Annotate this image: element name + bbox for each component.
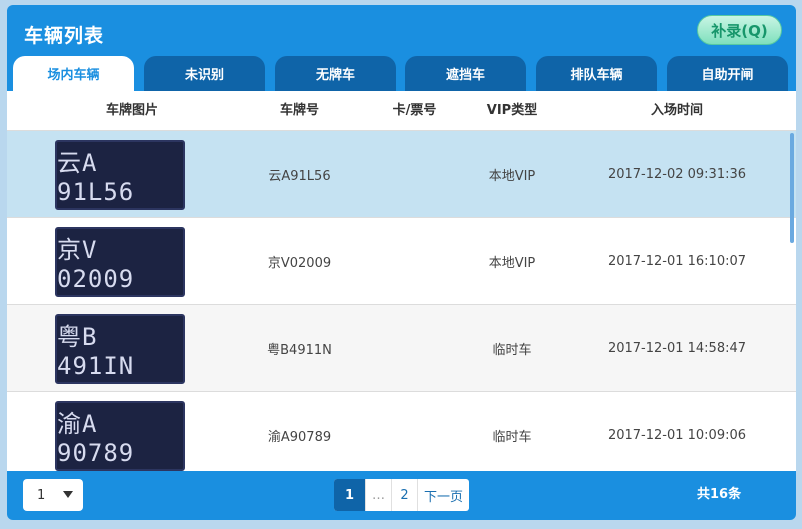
- card-number: [377, 218, 452, 305]
- table-row[interactable]: 粤B 491IN 粤B4911N 临时车 2017-12-01 14:58:47: [7, 305, 796, 392]
- plate-number: 渝A90789: [267, 430, 332, 445]
- table-row[interactable]: 渝A 90789 渝A90789 临时车 2017-12-01 10:09:06: [7, 392, 796, 471]
- entry-time: 2017-12-01 10:09:06: [607, 428, 747, 443]
- column-header-plate-number: 车牌号: [279, 103, 319, 118]
- tab-self-service-gate[interactable]: 自助开闸: [667, 56, 788, 91]
- card-number: [377, 131, 452, 218]
- entry-time: 2017-12-01 16:10:07: [607, 254, 747, 269]
- vip-type: 临时车: [492, 343, 532, 358]
- plate-photo: 云A 91L56: [55, 139, 185, 210]
- vip-type: 临时车: [492, 430, 532, 445]
- plate-number: 云A91L56: [268, 169, 331, 184]
- plate-photo: 京V 02009: [55, 226, 185, 297]
- column-header-card-ticket: 卡/票号: [392, 103, 437, 118]
- vip-type: 本地VIP: [488, 169, 536, 184]
- plate-number: 京V02009: [267, 256, 332, 271]
- tab-in-lot-vehicles[interactable]: 场内车辆: [13, 56, 134, 91]
- page-ellipsis: …: [366, 479, 392, 511]
- plate-image: 粤B 491IN: [55, 305, 185, 392]
- page-size-value: 1: [37, 487, 46, 503]
- table-header: 车牌图片 车牌号 卡/票号 VIP类型 入场时间: [7, 91, 796, 131]
- entry-time: 2017-12-02 09:31:36: [607, 167, 747, 182]
- plate-image: 京V 02009: [55, 218, 185, 305]
- tab-obstructed[interactable]: 遮挡车: [405, 56, 526, 91]
- plate-photo: 渝A 90789: [55, 400, 185, 471]
- card-number: [377, 392, 452, 471]
- table-row[interactable]: 云A 91L56 云A91L56 本地VIP 2017-12-02 09:31:…: [7, 131, 796, 218]
- total-count: 共16条: [697, 487, 742, 502]
- table-footer: 1 1 … 2 下一页 共16条: [7, 471, 796, 520]
- page-2-button[interactable]: 2: [392, 479, 418, 511]
- tab-unrecognized[interactable]: 未识别: [144, 56, 265, 91]
- next-page-button[interactable]: 下一页: [418, 479, 469, 511]
- vehicle-table: 车牌图片 车牌号 卡/票号 VIP类型 入场时间 云A 91L56 云A91L5…: [7, 91, 796, 471]
- pagination: 1 … 2 下一页: [334, 479, 470, 511]
- plate-number: 粤B4911N: [267, 343, 332, 358]
- tab-no-plate[interactable]: 无牌车: [275, 56, 396, 91]
- column-header-vip-type: VIP类型: [486, 103, 538, 118]
- vip-type: 本地VIP: [488, 256, 536, 271]
- entry-time: 2017-12-01 14:58:47: [607, 341, 747, 356]
- page-title: 车辆列表: [24, 25, 105, 47]
- tab-queued-vehicles[interactable]: 排队车辆: [536, 56, 657, 91]
- column-header-entry-time: 入场时间: [650, 103, 703, 118]
- caret-down-icon: [63, 491, 73, 498]
- vertical-scrollbar[interactable]: [790, 133, 794, 243]
- page-1-button[interactable]: 1: [334, 479, 366, 511]
- plate-image: 渝A 90789: [55, 392, 185, 471]
- tab-bar: 场内车辆 未识别 无牌车 遮挡车 排队车辆 自助开闸: [13, 56, 793, 91]
- table-row[interactable]: 京V 02009 京V02009 本地VIP 2017-12-01 16:10:…: [7, 218, 796, 305]
- page-size-select[interactable]: 1: [23, 479, 83, 511]
- plate-photo: 粤B 491IN: [55, 313, 185, 384]
- supplement-button[interactable]: 补录(Q): [697, 15, 782, 45]
- column-header-plate-image: 车牌图片: [105, 103, 158, 118]
- card-number: [377, 305, 452, 392]
- plate-image: 云A 91L56: [55, 131, 185, 218]
- vehicle-list-panel: 车辆列表 补录(Q) 场内车辆 未识别 无牌车 遮挡车 排队车辆 自助开闸 车牌…: [7, 5, 796, 520]
